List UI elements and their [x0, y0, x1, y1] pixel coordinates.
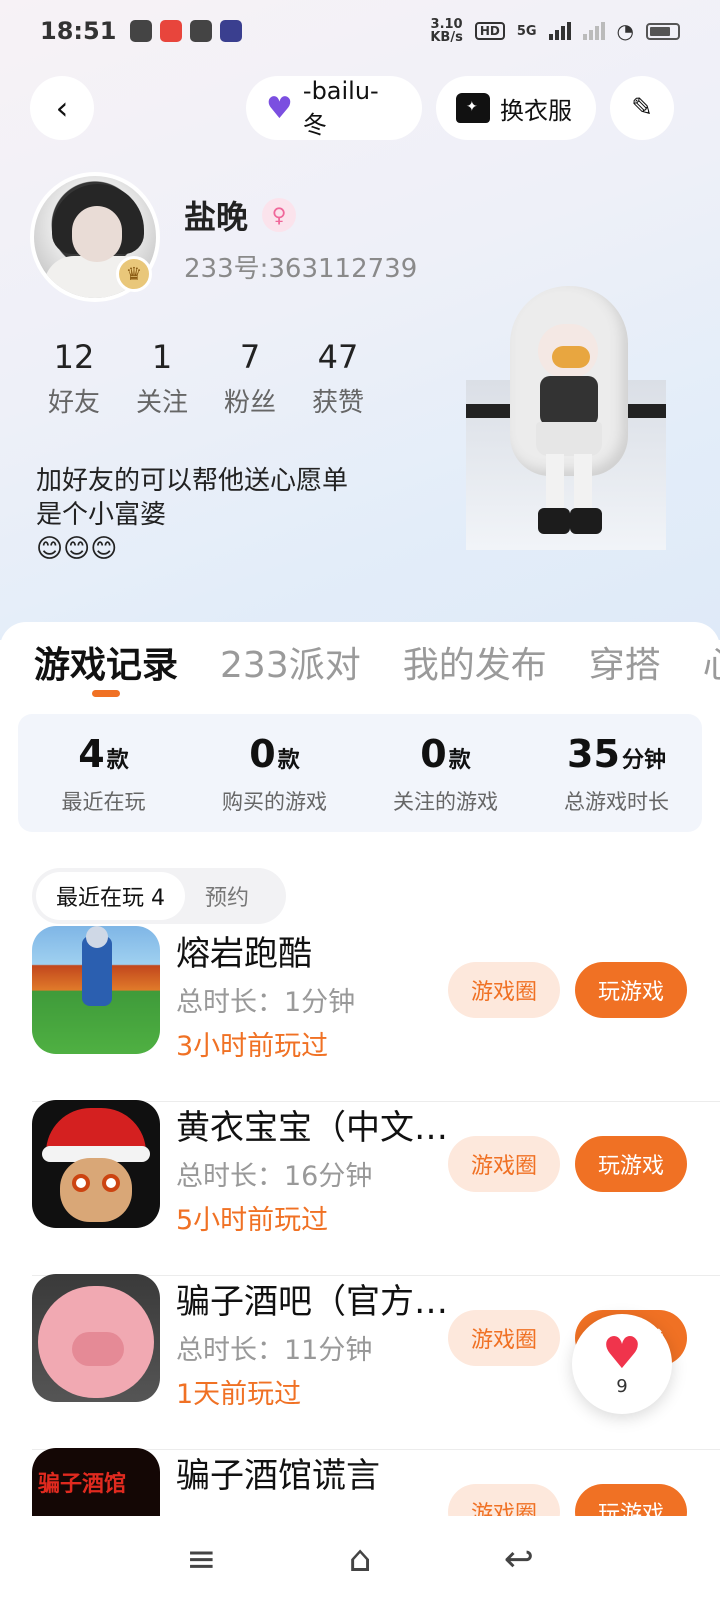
top-nav: ‹ ♥ -bailu-冬 换衣服 ✎: [0, 76, 720, 140]
game-last-played: 3小时前玩过: [176, 1031, 329, 1062]
summary-recent[interactable]: 4款 最近在玩: [18, 714, 189, 832]
change-outfit-button[interactable]: 换衣服: [436, 76, 596, 140]
play-game-button[interactable]: 玩游戏: [575, 1136, 687, 1192]
shirt-icon: [456, 93, 490, 123]
game-name: 黄衣宝宝（中文…: [176, 1108, 446, 1148]
network-type: 5G: [516, 23, 537, 39]
tab-233-party[interactable]: 233派对: [220, 636, 361, 688]
play-store-icon: [220, 20, 243, 42]
hd-icon: HD: [474, 22, 505, 40]
stat-friends[interactable]: 12 好友: [30, 338, 118, 419]
game-duration: 总时长：11分钟: [176, 1335, 373, 1366]
game-icon[interactable]: [32, 1274, 160, 1402]
wifi-icon: ◔: [616, 19, 634, 43]
game-filter-segment: 最近在玩 4 预约: [32, 868, 286, 924]
tab-game-records[interactable]: 游戏记录: [34, 636, 178, 688]
game-circle-button[interactable]: 游戏圈: [448, 1136, 560, 1192]
game-last-played: 5小时前玩过: [176, 1205, 329, 1236]
signal-icon: [548, 22, 571, 40]
game-circle-button[interactable]: 游戏圈: [448, 1310, 560, 1366]
pencil-icon: ✎: [631, 93, 653, 123]
game-circle-button[interactable]: 游戏圈: [448, 962, 560, 1018]
link-icon: [190, 20, 213, 42]
user-id: 233号:363112739: [184, 254, 418, 284]
back-icon[interactable]: ↩: [504, 1539, 534, 1580]
summary-followed[interactable]: 0款 关注的游戏: [360, 714, 531, 832]
segment-recent[interactable]: 最近在玩 4: [36, 872, 185, 920]
game-icon[interactable]: [32, 1100, 160, 1228]
summary-purchased[interactable]: 0款 购买的游戏: [189, 714, 360, 832]
edit-button[interactable]: ✎: [610, 76, 674, 140]
video-icon: [130, 20, 153, 42]
game-last-played: 1天前玩过: [176, 1379, 302, 1410]
back-button[interactable]: ‹: [30, 76, 94, 140]
character-3d-model[interactable]: [466, 286, 670, 572]
profile-stats: 12 好友 1 关注 7 粉丝 47 获赞: [30, 338, 382, 419]
change-outfit-label: 换衣服: [500, 96, 572, 125]
crown-icon: ♛: [116, 256, 152, 292]
stat-following[interactable]: 1 关注: [118, 338, 206, 419]
net-speed: 3.10 KB/s: [430, 17, 463, 45]
content-sheet: 游戏记录 233派对 我的发布 穿搭 心 4款 最近在玩 0款 购买的游戏 0款…: [0, 622, 720, 1602]
battery-icon: [646, 22, 680, 40]
nickname: 盐晚: [184, 198, 249, 236]
like-count: 9: [616, 1375, 628, 1397]
game-name: 熔岩跑酷: [176, 934, 312, 974]
segment-reserve[interactable]: 预约: [185, 872, 269, 920]
signal-2-icon: [582, 22, 605, 40]
tab-my-posts[interactable]: 我的发布: [403, 636, 547, 688]
status-bar: 18:51 3.10 KB/s HD 5G ◔: [0, 0, 720, 62]
app-notification-icon: [160, 20, 183, 42]
game-summary: 4款 最近在玩 0款 购买的游戏 0款 关注的游戏 35分钟 总游戏时长: [18, 714, 702, 832]
stat-fans[interactable]: 7 粉丝: [206, 338, 294, 419]
tab-bar: 游戏记录 233派对 我的发布 穿搭 心: [34, 636, 720, 688]
game-duration: 总时长：1分钟: [176, 987, 356, 1018]
like-button[interactable]: ♥ 9: [572, 1314, 672, 1414]
stat-likes[interactable]: 47 获赞: [294, 338, 382, 419]
game-name: 骗子酒吧（官方…: [176, 1282, 446, 1322]
menu-icon[interactable]: ≡: [186, 1539, 216, 1580]
nickname-row: 盐晚 ♀: [184, 192, 297, 238]
game-row[interactable]: 黄衣宝宝（中文… 总时长：16分钟 5小时前玩过 游戏圈 玩游戏: [32, 1100, 720, 1276]
friend-pill-button[interactable]: ♥ -bailu-冬: [246, 76, 422, 140]
heart-icon: ♥: [602, 1327, 642, 1379]
tavern-icon-text: 骗子酒馆: [38, 1472, 127, 1497]
tab-indicator: [92, 690, 120, 697]
game-row[interactable]: 熔岩跑酷 总时长：1分钟 3小时前玩过 游戏圈 玩游戏: [32, 926, 720, 1102]
tab-wishlist[interactable]: 心: [703, 636, 720, 688]
home-icon[interactable]: ⌂: [349, 1539, 372, 1580]
bio: 加好友的可以帮他送心愿单 是个小富婆 😊😊😊: [36, 466, 349, 564]
game-duration: 总时长：16分钟: [176, 1161, 373, 1192]
play-game-button[interactable]: 玩游戏: [575, 962, 687, 1018]
chevron-left-icon: ‹: [55, 89, 69, 127]
friend-name: -bailu-冬: [302, 76, 379, 139]
game-name: 骗子酒馆谎言: [176, 1456, 380, 1496]
status-time: 18:51: [40, 17, 117, 45]
game-icon[interactable]: [32, 926, 160, 1054]
female-icon: ♀: [262, 198, 297, 232]
tab-outfits[interactable]: 穿搭: [589, 636, 661, 688]
system-nav-bar: ≡ ⌂ ↩: [0, 1516, 720, 1602]
heart-icon: ♥: [266, 90, 293, 126]
summary-total-time[interactable]: 35分钟 总游戏时长: [531, 714, 702, 832]
